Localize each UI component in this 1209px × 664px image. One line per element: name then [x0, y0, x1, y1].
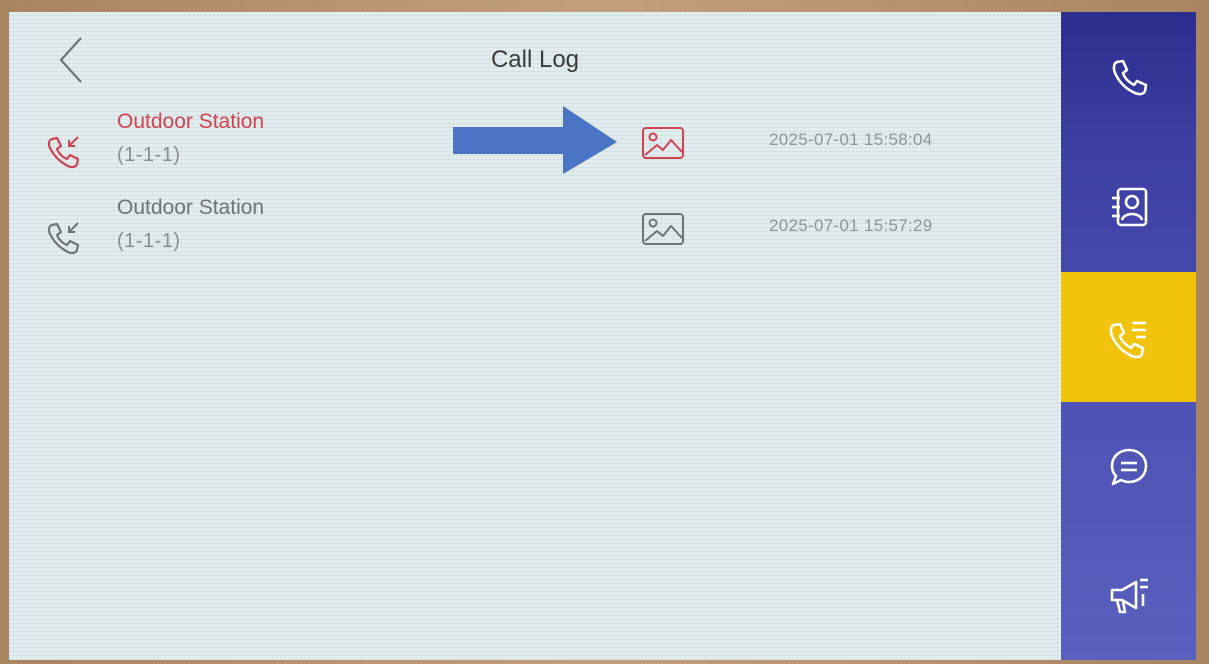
- sidebar-item-contacts[interactable]: [1061, 142, 1196, 272]
- sidebar-item-call[interactable]: [1061, 12, 1196, 142]
- snapshot-icon[interactable]: [641, 126, 685, 160]
- call-time: 2025-07-01 15:58:04: [769, 130, 933, 149]
- sidebar-item-message[interactable]: [1061, 402, 1196, 532]
- message-icon: [1110, 448, 1147, 486]
- caller-room: (1-1-1): [117, 144, 181, 166]
- sidebar-nav: [1061, 12, 1196, 660]
- caller-name: Outdoor Station: [117, 196, 265, 219]
- call-log-icon: [1109, 321, 1146, 359]
- call-time: 2025-07-01 15:57:29: [769, 216, 933, 235]
- caller-name: Outdoor Station: [117, 110, 265, 133]
- incoming-call-icon: [47, 222, 80, 255]
- contacts-icon: [1111, 187, 1147, 227]
- missed-call-icon: [47, 136, 80, 169]
- snapshot-icon[interactable]: [641, 212, 685, 246]
- call-log-row[interactable]: Outdoor Station (1-1-1) 2025-07-01 15:57…: [9, 194, 1061, 274]
- annotation-arrow-icon: [453, 106, 617, 174]
- megaphone-icon: [1110, 578, 1148, 614]
- sidebar-item-call-log[interactable]: [1061, 272, 1196, 402]
- sidebar-item-broadcast[interactable]: [1061, 530, 1196, 660]
- phone-icon: [1112, 59, 1147, 96]
- page-title: Call Log: [490, 46, 580, 73]
- caller-room: (1-1-1): [117, 230, 181, 252]
